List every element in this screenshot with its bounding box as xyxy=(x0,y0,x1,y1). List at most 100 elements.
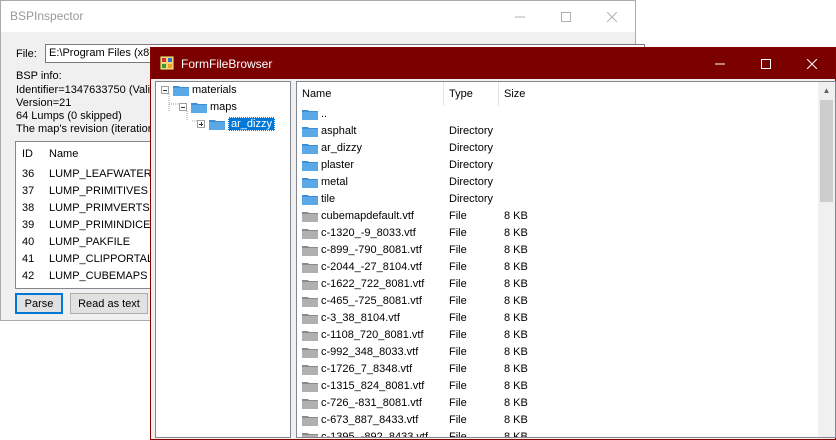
app-icon xyxy=(160,56,174,70)
file-icon xyxy=(302,244,318,256)
minimize-button[interactable] xyxy=(497,1,543,32)
file-list[interactable]: Name Type Size .. asphalt Directory ar_dizz… xyxy=(296,81,836,438)
minimize-button[interactable] xyxy=(697,48,743,79)
tree-node-label: materials xyxy=(192,84,237,96)
table-row[interactable]: c-1726_7_8348.vtf File 8 KB xyxy=(297,362,817,379)
table-row[interactable]: c-1395_-892_8433.vtf File 8 KB xyxy=(297,430,817,438)
table-row[interactable]: tile Directory xyxy=(297,192,817,209)
file-size: 8 KB xyxy=(504,261,528,273)
tree-node-label: maps xyxy=(210,101,237,113)
file-browser-window: FormFileBrowser materials maps ar_dizzy … xyxy=(150,47,836,440)
file-name-cell: c-465_-725_8081.vtf xyxy=(302,295,422,307)
file-icon xyxy=(302,329,318,341)
scroll-up-icon[interactable]: ▲ xyxy=(818,82,835,99)
folder-tree[interactable]: materials maps ar_dizzy xyxy=(155,81,291,438)
file-type: File xyxy=(449,414,467,426)
table-row[interactable]: c-992_348_8033.vtf File 8 KB xyxy=(297,345,817,362)
folder-icon xyxy=(302,125,318,137)
column-header-name[interactable]: Name xyxy=(49,148,78,160)
file-size: 8 KB xyxy=(504,312,528,324)
file-size: 8 KB xyxy=(504,380,528,392)
file-icon xyxy=(302,414,318,426)
parse-button[interactable]: Parse xyxy=(15,293,63,314)
window-title: FormFileBrowser xyxy=(181,57,273,71)
file-name-cell: c-726_-831_8081.vtf xyxy=(302,397,422,409)
table-row[interactable]: c-726_-831_8081.vtf File 8 KB xyxy=(297,396,817,413)
expand-icon[interactable] xyxy=(197,120,205,128)
table-row[interactable]: metal Directory xyxy=(297,175,817,192)
column-header-id[interactable]: ID xyxy=(22,148,33,160)
table-row[interactable]: c-673_887_8433.vtf File 8 KB xyxy=(297,413,817,430)
file-name-cell: ar_dizzy xyxy=(302,142,362,154)
tree-node-ar-dizzy[interactable]: ar_dizzy xyxy=(197,117,275,131)
file-name: c-726_-831_8081.vtf xyxy=(321,397,422,409)
file-name: .. xyxy=(321,108,328,120)
file-label: File: xyxy=(16,48,37,60)
tree-node-materials[interactable]: materials xyxy=(161,84,237,96)
table-row[interactable]: c-1622_722_8081.vtf File 8 KB xyxy=(297,277,817,294)
file-name: c-1622_722_8081.vtf xyxy=(321,278,425,290)
file-type: File xyxy=(449,329,467,341)
file-name: c-1108_720_8081.vtf xyxy=(321,329,424,341)
minimize-icon xyxy=(515,16,525,17)
file-name: metal xyxy=(321,176,348,188)
file-name-cell: c-992_348_8033.vtf xyxy=(302,346,418,358)
file-type: File xyxy=(449,380,467,392)
maximize-button[interactable] xyxy=(743,48,789,79)
file-name-cell: .. xyxy=(302,108,327,120)
collapse-icon[interactable] xyxy=(179,103,187,111)
table-row[interactable]: asphalt Directory xyxy=(297,124,817,141)
file-icon xyxy=(302,346,318,358)
close-button[interactable] xyxy=(789,48,835,79)
file-name-cell: c-1622_722_8081.vtf xyxy=(302,278,424,290)
maximize-button[interactable] xyxy=(543,1,589,32)
vertical-scrollbar[interactable]: ▲ xyxy=(818,82,835,437)
file-name-cell: tile xyxy=(302,193,335,205)
file-icon xyxy=(302,363,318,375)
close-button[interactable] xyxy=(589,1,635,32)
file-type: File xyxy=(449,278,467,290)
scrollbar-thumb[interactable] xyxy=(820,100,833,202)
table-row[interactable]: c-1108_720_8081.vtf File 8 KB xyxy=(297,328,817,345)
title-bar[interactable]: FormFileBrowser xyxy=(151,48,835,79)
column-header-name[interactable]: Name xyxy=(297,82,444,106)
table-row[interactable]: c-2044_-27_8104.vtf File 8 KB xyxy=(297,260,817,277)
maximize-icon xyxy=(561,11,571,22)
table-row[interactable]: c-1320_-9_8033.vtf File 8 KB xyxy=(297,226,817,243)
file-icon xyxy=(302,210,318,222)
table-row[interactable]: ar_dizzy Directory xyxy=(297,141,817,158)
file-size: 8 KB xyxy=(504,414,528,426)
file-type: Directory xyxy=(449,193,494,205)
file-type: File xyxy=(449,431,467,438)
file-name: c-1320_-9_8033.vtf xyxy=(321,227,416,239)
file-name-cell: c-899_-790_8081.vtf xyxy=(302,244,422,256)
file-name: c-1315_824_8081.vtf xyxy=(321,380,425,392)
read-as-text-button[interactable]: Read as text xyxy=(70,293,148,314)
table-row[interactable]: c-3_38_8104.vtf File 8 KB xyxy=(297,311,817,328)
file-name: tile xyxy=(321,193,336,205)
file-name-cell: cubemapdefault.vtf xyxy=(302,210,414,222)
title-bar[interactable]: BSPInspector xyxy=(1,1,635,32)
table-row[interactable]: c-465_-725_8081.vtf File 8 KB xyxy=(297,294,817,311)
table-row[interactable]: c-1315_824_8081.vtf File 8 KB xyxy=(297,379,817,396)
file-size: 8 KB xyxy=(504,346,528,358)
table-row[interactable]: cubemapdefault.vtf File 8 KB xyxy=(297,209,817,226)
column-header-type[interactable]: Type xyxy=(444,82,499,106)
table-row[interactable]: c-899_-790_8081.vtf File 8 KB xyxy=(297,243,817,260)
file-name: c-1726_7_8348.vtf xyxy=(321,363,413,375)
table-row[interactable]: plaster Directory xyxy=(297,158,817,175)
maximize-icon xyxy=(761,58,771,69)
table-row[interactable]: .. xyxy=(297,107,817,124)
file-name-cell: plaster xyxy=(302,159,354,171)
file-name: ar_dizzy xyxy=(321,142,362,154)
tree-lines xyxy=(168,94,200,122)
column-header-size[interactable]: Size xyxy=(499,82,559,106)
info-line: The map's revision (iteration, xyxy=(16,123,157,135)
folder-icon xyxy=(302,176,318,188)
file-name-cell: c-3_38_8104.vtf xyxy=(302,312,400,324)
collapse-icon[interactable] xyxy=(161,86,169,94)
file-icon xyxy=(302,261,318,273)
file-type: File xyxy=(449,244,467,256)
tree-node-maps[interactable]: maps xyxy=(179,101,237,113)
file-size: 8 KB xyxy=(504,397,528,409)
